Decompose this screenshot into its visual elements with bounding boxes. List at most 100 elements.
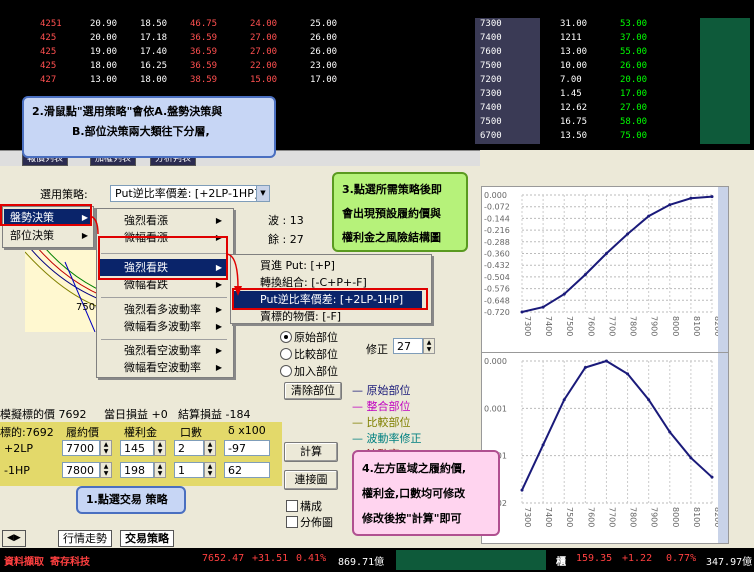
- data-point: [647, 398, 651, 402]
- x-tick-label: 7500: [565, 316, 574, 336]
- menu-item-position-decision[interactable]: 部位決策 ▶: [4, 227, 92, 244]
- menu-item-strong-short-vol[interactable]: 強烈看空波動率 ▶: [98, 342, 226, 359]
- strategy-prefix: 選用策略:: [40, 188, 88, 201]
- clear-position-button[interactable]: 清除部位: [284, 382, 342, 400]
- ticker-change: +31.51: [252, 553, 289, 564]
- chevron-down-icon[interactable]: ▼: [256, 185, 270, 202]
- chart-scrollbar[interactable]: [718, 353, 728, 543]
- callout-text: 修改後按"計算"即可: [362, 512, 462, 525]
- quote-row: 425 19.00 17.40 36.59 27.00 26.00 7600 13.00 55.…: [0, 46, 754, 60]
- qty-spinner[interactable]: ▲ ▼: [204, 462, 216, 478]
- ticker-volume: 869.71億: [338, 557, 385, 568]
- calculate-button[interactable]: 計算: [284, 442, 338, 462]
- ticker-otc-label: 櫃: [556, 557, 566, 568]
- menu-item-label: 微幅看空波動率: [124, 361, 201, 374]
- chevron-right-icon: ▶: [215, 346, 222, 355]
- menu-item-sell-underlying[interactable]: 賣標的物價: [-F]: [232, 308, 422, 325]
- quote-row: 427 13.00 18.00 38.59 15.00 17.00 7200 7.00 20.0…: [0, 74, 754, 88]
- callout-text: 權利金之風險結構圖: [342, 231, 441, 244]
- data-point: [604, 359, 608, 363]
- menu-item-buy-put[interactable]: 買進 Put: [+P]: [232, 257, 422, 274]
- correction-spinner[interactable]: ▲ ▼: [423, 338, 435, 354]
- radio-original-position[interactable]: [280, 331, 292, 343]
- quote-cell: 13.00: [560, 47, 588, 57]
- correction-input[interactable]: 27: [393, 338, 423, 354]
- radio-label: 加入部位: [294, 365, 338, 378]
- chart-scrollbar[interactable]: [718, 187, 728, 352]
- qty-input[interactable]: 1: [174, 462, 204, 478]
- qty-spinner[interactable]: ▲ ▼: [204, 440, 216, 456]
- tab-scroll-arrows[interactable]: ◀▶: [2, 530, 26, 547]
- remain-label: 餘 : 27: [268, 233, 304, 246]
- ticker-otc-volume: 347.97億: [706, 557, 753, 568]
- quote-cell: 7400: [480, 103, 502, 113]
- x-tick-label: 8000: [671, 316, 680, 336]
- x-tick-label: 7900: [650, 507, 659, 527]
- quote-cell: 19.00: [90, 47, 118, 57]
- arrow-annotation: [89, 215, 242, 296]
- strike-input[interactable]: 7700: [62, 440, 100, 456]
- y-tick-label: -0.720: [484, 308, 510, 317]
- callout-step2: 2.滑鼠點"選用策略"會依A.盤勢決策與 B.部位決策兩大類往下分層,: [22, 96, 276, 158]
- ticker-otc-pct: 0.77%: [666, 553, 697, 564]
- premium-spinner[interactable]: ▲ ▼: [154, 462, 166, 478]
- payoff-chart-svg: 0.000 -0.072 -0.144 -0.216 -0.288 -0.360 -0.43…: [484, 191, 722, 336]
- tab-market-trend[interactable]: 行情走勢: [58, 530, 112, 547]
- chevron-right-icon: ▶: [215, 363, 222, 372]
- callout-text: 權利金,口數均可修改: [362, 487, 466, 500]
- quote-cell: 1211: [560, 33, 582, 43]
- menu-item-mild-long-vol[interactable]: 微幅看多波動率 ▶: [98, 318, 226, 335]
- x-tick-label: 7700: [607, 316, 616, 336]
- header-qty: 口數: [180, 426, 202, 439]
- radio-compare-position[interactable]: [280, 348, 292, 360]
- quote-cell: 18.00: [140, 75, 168, 85]
- radio-add-position[interactable]: [280, 365, 292, 377]
- quote-cell: 27.00: [250, 47, 278, 57]
- quote-cell: 26.00: [310, 47, 338, 57]
- checkbox-composition[interactable]: [286, 500, 298, 512]
- strategy-select[interactable]: Put逆比率價差: [+2LP-1HP]: [110, 185, 266, 202]
- quote-cell: 20.00: [90, 33, 118, 43]
- quote-cell: 13.50: [560, 131, 588, 141]
- quote-cell: 17.00: [620, 89, 648, 99]
- strike-spinner[interactable]: ▲ ▼: [100, 462, 112, 478]
- series-line: [521, 195, 713, 313]
- y-tick-label: -0.144: [484, 214, 510, 223]
- sim-underlying-price: 模擬標的價 7692: [0, 408, 87, 421]
- checkbox-distribution[interactable]: [286, 516, 298, 528]
- quote-row: 425 18.00 16.25 36.59 22.00 23.00 7500 10.00 26.…: [0, 60, 754, 74]
- callout-text: 2.滑鼠點"選用策略"會依A.盤勢決策與: [32, 105, 223, 118]
- gamma-chart: 0.0000.0010.0010.00273007400750076007700…: [481, 352, 729, 544]
- y-tick-label: -0.576: [484, 285, 510, 294]
- premium-input[interactable]: 145: [120, 440, 154, 456]
- strike-input[interactable]: 7800: [62, 462, 100, 478]
- menu-item-mild-short-vol[interactable]: 微幅看空波動率 ▶: [98, 359, 226, 376]
- ticker-bar: 資料擷取 寄存科技 7652.47 +31.51 0.41% 869.71億 櫃…: [0, 548, 754, 572]
- settlement-pnl: 結算損益 -184: [178, 408, 251, 421]
- strike-spinner[interactable]: ▲ ▼: [100, 440, 112, 456]
- tab-trade-strategy[interactable]: 交易策略: [120, 530, 174, 547]
- premium-input[interactable]: 198: [120, 462, 154, 478]
- delta-field[interactable]: -97: [224, 440, 270, 456]
- header-premium: 權利金: [124, 426, 157, 439]
- highlight-box-level1: [0, 204, 92, 226]
- connect-chart-button[interactable]: 連接圖: [284, 470, 338, 490]
- quote-cell: 37.00: [620, 33, 648, 43]
- data-point: [583, 365, 587, 369]
- x-tick-label: 7400: [544, 316, 553, 336]
- quote-cell: 16.25: [140, 61, 168, 71]
- premium-spinner[interactable]: ▲ ▼: [154, 440, 166, 456]
- radio-label: 比較部位: [294, 348, 338, 361]
- qty-input[interactable]: 2: [174, 440, 204, 456]
- quote-cell: 46.75: [190, 19, 218, 29]
- callout-text: 會出現預設履約價與: [342, 207, 441, 220]
- x-tick-label: 7300: [523, 316, 532, 336]
- callout-step3: 3.點選所需策略後即 會出現預設履約價與 權利金之風險結構圖: [332, 172, 468, 252]
- data-point: [583, 273, 587, 277]
- quote-cell: 31.00: [560, 19, 588, 29]
- quote-bar: [700, 116, 750, 130]
- callout-text: 4.左方區域之履約價,: [362, 462, 467, 475]
- menu-item-label: 微幅看多波動率: [124, 320, 201, 333]
- delta-field[interactable]: 62: [224, 462, 270, 478]
- highlight-box-level3: [232, 288, 428, 310]
